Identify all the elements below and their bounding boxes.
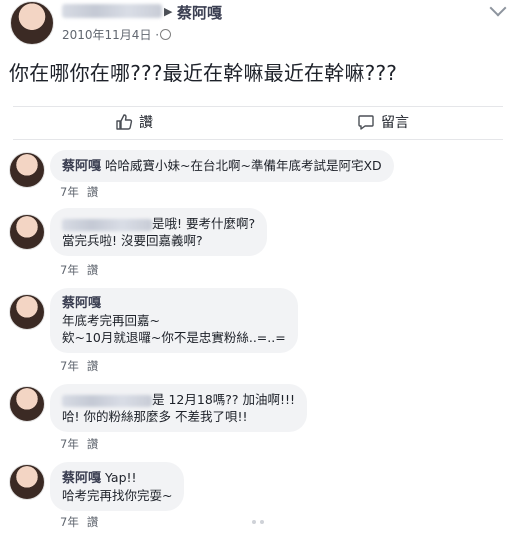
- commenter-name[interactable]: 蔡阿嘎: [62, 159, 101, 174]
- comment-bubble: 是 12月18嗎?? 加油啊!!! 哈! 你的粉絲那麼多 不差我了唄!!: [50, 384, 308, 432]
- post-text: 你在哪你在哪???最近在幹嘛最近在幹嘛???: [9, 61, 398, 85]
- comment-text: 是哦! 要考什麼啊?: [152, 216, 256, 231]
- comment-bubble: 蔡阿嘎 哈哈威寶小妹~在台北啊~準備年底考試是阿宅XD: [50, 150, 394, 182]
- comment-button[interactable]: 留言: [357, 112, 409, 132]
- comment-text: 年底考完再回嘉~: [62, 313, 160, 328]
- commenter-avatar[interactable]: [9, 294, 45, 330]
- comment-time[interactable]: 7年: [60, 515, 79, 529]
- comment-meta: 7年讚: [60, 514, 98, 530]
- comment-time[interactable]: 7年: [60, 263, 79, 277]
- globe-icon: [160, 29, 171, 40]
- comment-meta: 7年讚: [60, 184, 98, 200]
- post-date[interactable]: 2010年11月4日 ·: [62, 26, 159, 43]
- like-label: 讚: [139, 115, 153, 131]
- comment-bubble: 蔡阿嘎 年底考完再回嘉~ 欸~10月就退囉~你不是忠實粉絲..=..=: [50, 288, 298, 353]
- comment-like-link[interactable]: 讚: [87, 185, 99, 199]
- chevron-down-icon[interactable]: [489, 0, 507, 17]
- comment-text: 欸~10月就退囉~你不是忠實粉絲..=..=: [62, 330, 286, 345]
- comment-text: 哈! 你的粉絲那麼多 不差我了唄!!: [62, 409, 248, 424]
- post-actions: 讚 留言: [0, 106, 515, 138]
- comment-bubble: 蔡阿嘎 Yap!! 哈考完再找你完耍~: [50, 462, 185, 511]
- blurred-name: [62, 394, 152, 407]
- like-button[interactable]: 讚: [115, 112, 153, 132]
- comment-time[interactable]: 7年: [60, 185, 79, 199]
- share-arrow-icon: ▶: [164, 5, 173, 18]
- thumbs-up-icon: [116, 114, 133, 130]
- comment-text: 哈哈威寶小妹~在台北啊~準備年底考試是阿宅XD: [105, 158, 382, 173]
- commenter-avatar[interactable]: [9, 464, 45, 500]
- comment-like-link[interactable]: 讚: [87, 437, 99, 451]
- commenter-avatar[interactable]: [9, 152, 45, 188]
- comment-time[interactable]: 7年: [60, 359, 79, 373]
- comment-meta: 7年讚: [60, 358, 98, 374]
- comment-text: 當完兵啦! 沒要回嘉義啊?: [62, 233, 203, 248]
- blurred-name: [62, 4, 162, 18]
- blurred-name: [62, 218, 152, 231]
- comment-text: 哈考完再找你完耍~: [62, 488, 173, 503]
- comment-bubble-icon: [358, 115, 374, 130]
- comment-meta: 7年讚: [60, 436, 98, 452]
- divider: [13, 139, 503, 140]
- comment-text: Yap!!: [105, 470, 137, 485]
- post-author-name[interactable]: 蔡阿嘎: [177, 2, 222, 23]
- comment-like-link[interactable]: 讚: [87, 359, 99, 373]
- post-header: ▶ 蔡阿嘎 2010年11月4日 ·: [0, 0, 515, 50]
- comment-bubble: 是哦! 要考什麼啊? 當完兵啦! 沒要回嘉義啊?: [50, 208, 268, 256]
- comment-meta: 7年讚: [60, 262, 98, 278]
- commenter-name[interactable]: 蔡阿嘎: [62, 471, 101, 486]
- commenter-avatar[interactable]: [9, 214, 45, 250]
- comment-label: 留言: [381, 115, 409, 131]
- commenter-name[interactable]: 蔡阿嘎: [62, 295, 286, 312]
- comment-like-link[interactable]: 讚: [87, 263, 99, 277]
- author-avatar[interactable]: [10, 1, 54, 45]
- pagination-dots: [252, 520, 264, 524]
- comment-text: 是 12月18嗎?? 加油啊!!!: [152, 392, 296, 407]
- comment-like-link[interactable]: 讚: [87, 515, 99, 529]
- comment-time[interactable]: 7年: [60, 437, 79, 451]
- commenter-avatar[interactable]: [9, 386, 45, 422]
